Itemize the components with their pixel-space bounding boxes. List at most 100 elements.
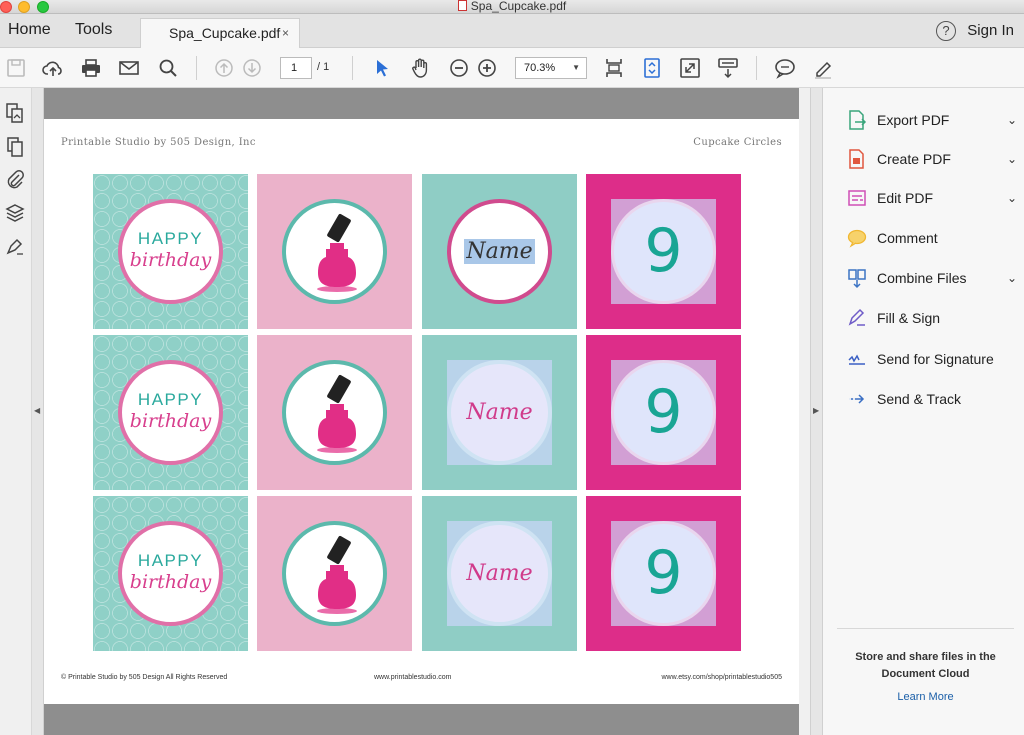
save-icon[interactable] <box>4 56 28 80</box>
main-toolbar: 1 / 1 70.3% ▼ <box>0 48 1024 88</box>
toolbar-divider <box>756 56 757 80</box>
tool-create-pdf[interactable]: Create PDF ⌄ <box>847 148 1017 170</box>
number-topper: 9 <box>586 496 741 651</box>
tab-tools[interactable]: Tools <box>75 14 112 48</box>
tool-label: Fill & Sign <box>877 310 941 326</box>
name-topper: Name <box>422 174 577 329</box>
number-text: 9 <box>644 377 683 447</box>
name-text: Name <box>464 239 535 264</box>
tool-label: Comment <box>877 230 938 246</box>
chevron-down-icon[interactable]: ⌄ <box>1007 109 1017 131</box>
edit-pdf-icon <box>847 187 867 209</box>
number-topper: 9 <box>586 174 741 329</box>
document-viewer[interactable]: Printable Studio by 505 Design, Inc Cupc… <box>44 88 799 735</box>
full-screen-icon[interactable] <box>678 56 702 80</box>
rotate-view-icon[interactable] <box>640 56 664 80</box>
toolbar-divider <box>196 56 197 80</box>
export-pdf-icon <box>847 109 867 131</box>
layers-icon[interactable] <box>4 202 26 224</box>
search-icon[interactable] <box>156 56 180 80</box>
zoom-level-value: 70.3% <box>524 62 556 74</box>
page-thumbnails-icon[interactable] <box>4 102 26 124</box>
highlight-pen-icon[interactable] <box>811 56 835 80</box>
zoom-out-icon[interactable] <box>447 56 471 80</box>
chevron-down-icon[interactable]: ⌄ <box>1007 267 1017 289</box>
tool-comment[interactable]: Comment <box>847 227 1017 249</box>
next-page-icon[interactable] <box>240 56 264 80</box>
tool-fill-sign[interactable]: Fill & Sign <box>847 307 1017 329</box>
nail-polish-topper <box>257 496 412 651</box>
tool-send-track[interactable]: Send & Track <box>847 388 1017 410</box>
tool-export-pdf[interactable]: Export PDF ⌄ <box>847 109 1017 131</box>
zoom-in-icon[interactable] <box>475 56 499 80</box>
happy-birthday-topper: HAPPY birthday <box>93 335 248 490</box>
birthday-text: birthday <box>129 410 212 432</box>
email-icon[interactable] <box>117 56 141 80</box>
topper-circle: HAPPY birthday <box>118 199 223 304</box>
nail-polish-topper <box>257 335 412 490</box>
tool-edit-pdf[interactable]: Edit PDF ⌄ <box>847 187 1017 209</box>
scroll-mode-icon[interactable] <box>716 56 740 80</box>
nail-polish-bottle-icon <box>317 213 357 292</box>
tab-home[interactable]: Home <box>8 14 51 48</box>
collapse-left-panel-handle[interactable]: ◀ <box>32 88 44 735</box>
upload-cloud-icon[interactable] <box>41 56 65 80</box>
number-text: 9 <box>644 538 683 608</box>
topper-circle: Name <box>447 521 552 626</box>
pdf-file-icon <box>457 0 467 11</box>
previous-page-icon[interactable] <box>212 56 236 80</box>
toolbar-divider <box>352 56 353 80</box>
left-navigation-rail <box>0 88 32 735</box>
happy-text: HAPPY <box>137 390 204 409</box>
nail-polish-bottle-icon <box>317 535 357 614</box>
fit-page-icon[interactable] <box>602 56 626 80</box>
tools-panel: Export PDF ⌄ Create PDF ⌄ Edit PDF ⌄ Com… <box>823 88 1024 735</box>
hand-tool-icon[interactable] <box>408 56 432 80</box>
sign-in-button[interactable]: Sign In <box>967 22 1014 39</box>
attachment-icon[interactable] <box>4 168 26 190</box>
topper-circle: Name <box>447 199 552 304</box>
topper-circle: HAPPY birthday <box>118 521 223 626</box>
nail-polish-topper <box>257 174 412 329</box>
learn-more-link[interactable]: Learn More <box>837 691 1014 703</box>
copy-pages-icon[interactable] <box>4 136 26 158</box>
select-cursor-icon[interactable] <box>370 56 394 80</box>
page-header-right: Cupcake Circles <box>693 137 782 148</box>
chevron-down-icon[interactable]: ⌄ <box>1007 148 1017 170</box>
window-title-text: Spa_Cupcake.pdf <box>470 0 567 13</box>
happy-birthday-topper: HAPPY birthday <box>93 174 248 329</box>
help-icon[interactable]: ? <box>936 21 956 41</box>
print-icon[interactable] <box>79 56 103 80</box>
combine-files-icon <box>847 267 867 289</box>
tool-label: Send for Signature <box>877 351 994 367</box>
happy-birthday-topper: HAPPY birthday <box>93 496 248 651</box>
birthday-text: birthday <box>129 571 212 593</box>
expand-arrow-icon: ▶ <box>813 406 820 415</box>
create-pdf-icon <box>847 148 867 170</box>
window-title: Spa_Cupcake.pdf <box>0 0 1024 13</box>
close-tab-icon[interactable]: × <box>282 19 289 47</box>
tab-bar: Home Tools Spa_Cupcake.pdf × ? Sign In <box>0 14 1024 49</box>
chevron-down-icon[interactable]: ⌄ <box>1007 187 1017 209</box>
page-total: / 1 <box>317 61 330 73</box>
page-number-input[interactable]: 1 <box>280 57 312 79</box>
topper-circle: HAPPY birthday <box>118 360 223 465</box>
name-topper: Name <box>422 335 577 490</box>
tool-send-for-signature[interactable]: Send for Signature <box>847 348 1017 370</box>
promo-line-2: Document Cloud <box>881 668 970 680</box>
panel-divider <box>837 628 1014 629</box>
nail-polish-bottle-icon <box>317 374 357 453</box>
name-text-selected[interactable]: Name <box>451 239 548 264</box>
comment-icon[interactable] <box>773 56 797 80</box>
number-text: 9 <box>644 216 683 286</box>
zoom-level-select[interactable]: 70.3% ▼ <box>515 57 587 79</box>
name-topper: Name <box>422 496 577 651</box>
happy-text: HAPPY <box>137 229 204 248</box>
tool-combine-files[interactable]: Combine Files ⌄ <box>847 267 1017 289</box>
send-signature-icon <box>847 348 867 370</box>
tab-document[interactable]: Spa_Cupcake.pdf × <box>140 18 300 49</box>
promo-line-1: Store and share files in the <box>855 651 996 663</box>
page-footer-left: © Printable Studio by 505 Design All Rig… <box>61 674 228 681</box>
signature-pen-icon[interactable] <box>4 235 26 257</box>
collapse-right-panel-handle[interactable]: ▶ <box>810 88 823 735</box>
